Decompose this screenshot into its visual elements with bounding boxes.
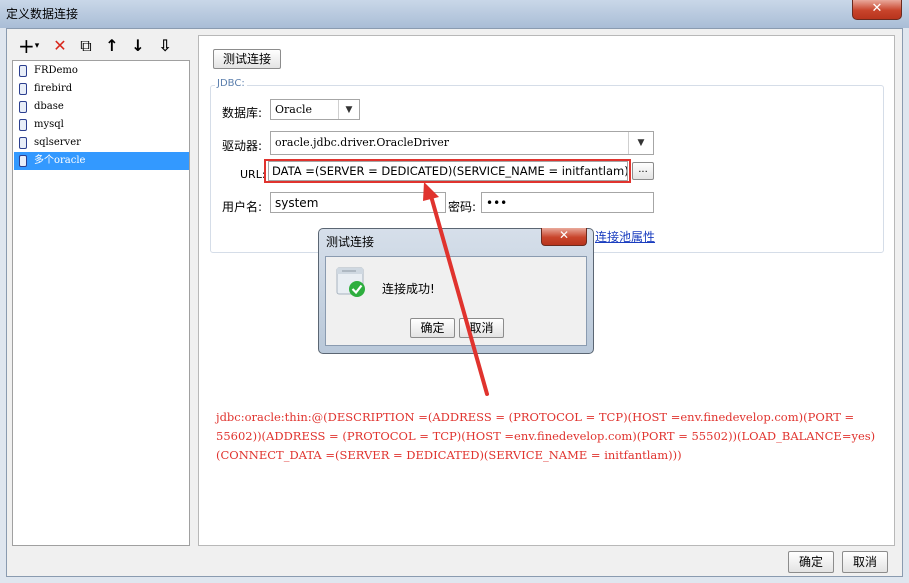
footer-ok-button[interactable]: 确定 [788,551,834,573]
chevron-down-icon[interactable]: ▼ [338,100,359,119]
move-down-icon[interactable]: ↓ [130,35,146,57]
window-close-button[interactable]: ✕ [852,0,902,20]
database-icon [19,155,27,167]
annotation-line: 55602))(ADDRESS = (PROTOCOL = TCP)(HOST … [216,429,876,443]
tree-item[interactable]: firebird [14,80,189,98]
connection-toolbar: + ▾ ✕ ⧉ ↑ ↓ ⇩ [12,35,190,57]
database-icon [19,137,27,149]
chevron-down-icon[interactable]: ▼ [628,132,653,154]
add-icon[interactable]: + [18,35,35,57]
password-label: 密码: [448,200,477,214]
jdbc-legend: JDBC: [215,78,247,89]
database-select[interactable]: Oracle ▼ [270,99,360,120]
tree-item[interactable]: sqlserver [14,134,189,152]
tree-item[interactable]: mysql [14,116,189,134]
password-input[interactable]: ••• [481,192,654,213]
tree-item[interactable]: dbase [14,98,189,116]
connection-tree: FRDemo firebird dbase mysql sqlserver 多个… [12,60,190,546]
username-input[interactable]: system [270,192,446,213]
move-up-icon[interactable]: ↑ [104,35,120,57]
database-icon [19,65,27,77]
copy-icon[interactable]: ⧉ [78,35,94,57]
url-highlight-box [264,159,631,183]
database-icon [19,119,27,131]
tree-item-selected[interactable]: 多个oracle [14,152,189,170]
dialog-cancel-button[interactable]: 取消 [459,318,504,338]
dialog-ok-button[interactable]: 确定 [410,318,455,338]
delete-icon[interactable]: ✕ [52,35,68,57]
url-more-button[interactable]: ... [632,162,654,180]
database-icon [19,83,27,95]
driver-select[interactable]: oracle.jdbc.driver.OracleDriver ▼ [270,131,654,155]
success-check-icon [336,267,365,297]
window-titlebar [0,0,909,28]
footer-cancel-button[interactable]: 取消 [842,551,888,573]
username-label: 用户名: [222,200,263,214]
database-icon [19,101,27,113]
annotation-line: (CONNECT_DATA =(SERVER = DEDICATED)(SERV… [216,448,682,462]
tree-item[interactable]: FRDemo [14,62,189,80]
jdbc-url-annotation: jdbc:oracle:thin:@(DESCRIPTION =(ADDRESS… [216,408,884,465]
database-select-value: Oracle [275,103,313,116]
database-label: 数据库: [222,106,263,120]
add-dropdown-arrow-icon[interactable]: ▾ [33,35,41,57]
dialog-close-button[interactable]: ✕ [541,228,587,246]
window-title: 定义数据连接 [6,7,79,21]
sort-icon[interactable]: ⇩ [156,35,174,57]
dialog-title: 测试连接 [326,235,375,249]
test-connection-button[interactable]: 测试连接 [213,49,281,69]
connection-pool-link[interactable]: 连接池属性 [595,228,655,245]
driver-label: 驱动器: [222,139,263,153]
dialog-message: 连接成功! [382,282,435,296]
url-label: URL: [240,168,266,181]
annotation-line: jdbc:oracle:thin:@(DESCRIPTION =(ADDRESS… [216,410,855,424]
driver-select-value: oracle.jdbc.driver.OracleDriver [275,136,449,149]
